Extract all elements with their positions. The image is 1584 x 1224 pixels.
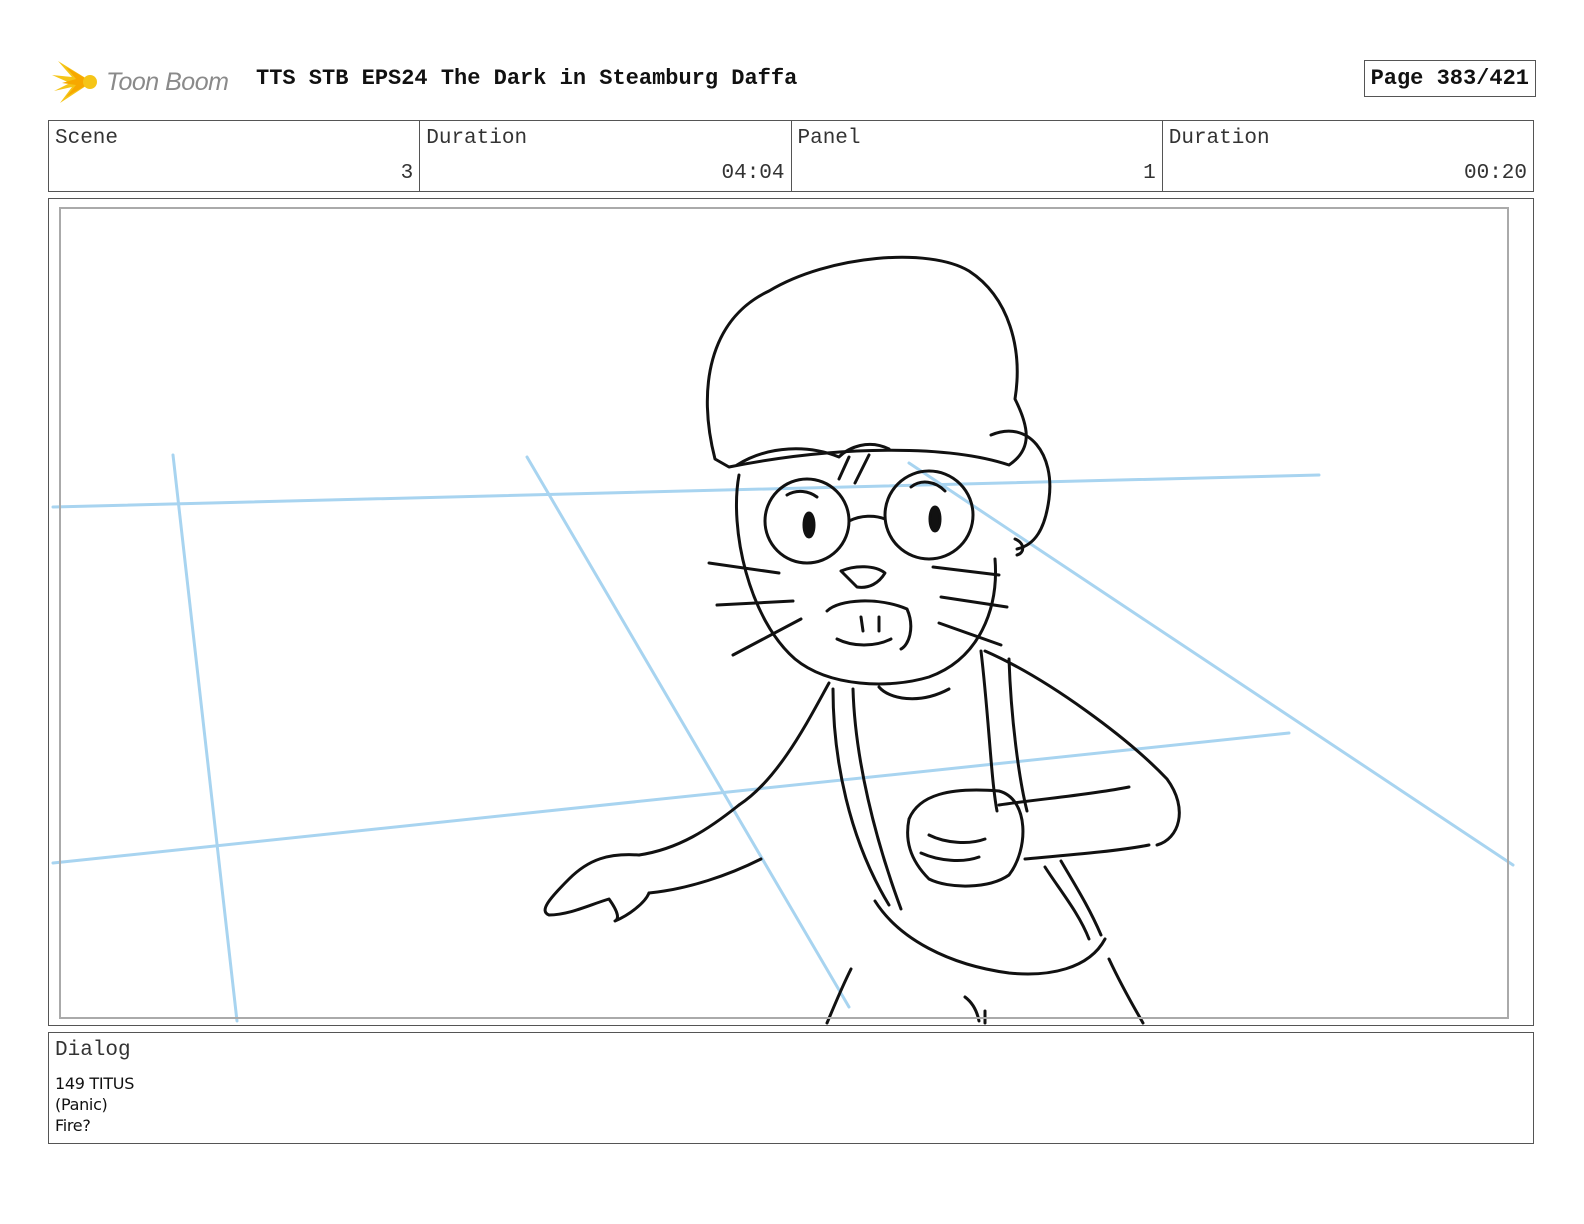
scene-value: 3 bbox=[400, 162, 414, 185]
scene-info-row: Scene 3 Duration 04:04 Panel 1 Duration … bbox=[48, 120, 1534, 192]
dialog-text: 149 TITUS (Panic) Fire? bbox=[55, 1073, 134, 1136]
page-number: Page 383/421 bbox=[1363, 60, 1536, 97]
panel-cell: Panel 1 bbox=[792, 121, 1163, 191]
dialog-line: (Panic) bbox=[55, 1095, 108, 1114]
scene-duration-label: Duration bbox=[426, 127, 528, 150]
scene-cell: Scene 3 bbox=[49, 121, 421, 191]
dialog-line: 149 TITUS bbox=[55, 1074, 135, 1093]
dialog-section: Dialog 149 TITUS (Panic) Fire? bbox=[48, 1032, 1534, 1144]
safe-area-frame bbox=[59, 207, 1509, 1019]
scene-duration-value: 04:04 bbox=[721, 162, 785, 185]
panel-duration-cell: Duration 00:20 bbox=[1163, 121, 1533, 191]
logo-text: Toon Boom bbox=[106, 67, 229, 96]
scene-label: Scene bbox=[55, 127, 119, 150]
panel-duration-label: Duration bbox=[1168, 127, 1270, 150]
dialog-label: Dialog bbox=[55, 1039, 131, 1062]
document-title: TTS STB EPS24 The Dark in Steamburg Daff… bbox=[256, 66, 798, 91]
toon-boom-logo: Toon Boom bbox=[52, 56, 229, 108]
scene-duration-cell: Duration 04:04 bbox=[420, 121, 792, 191]
panel-duration-value: 00:20 bbox=[1463, 162, 1527, 185]
panel-label: Panel bbox=[797, 127, 861, 150]
storyboard-panel-frame bbox=[48, 198, 1534, 1026]
panel-value: 1 bbox=[1143, 162, 1156, 185]
toon-boom-burst-icon bbox=[52, 61, 97, 103]
dialog-line: Fire? bbox=[55, 1116, 91, 1135]
page-header: Toon Boom TTS STB EPS24 The Dark in Stea… bbox=[52, 52, 1536, 112]
